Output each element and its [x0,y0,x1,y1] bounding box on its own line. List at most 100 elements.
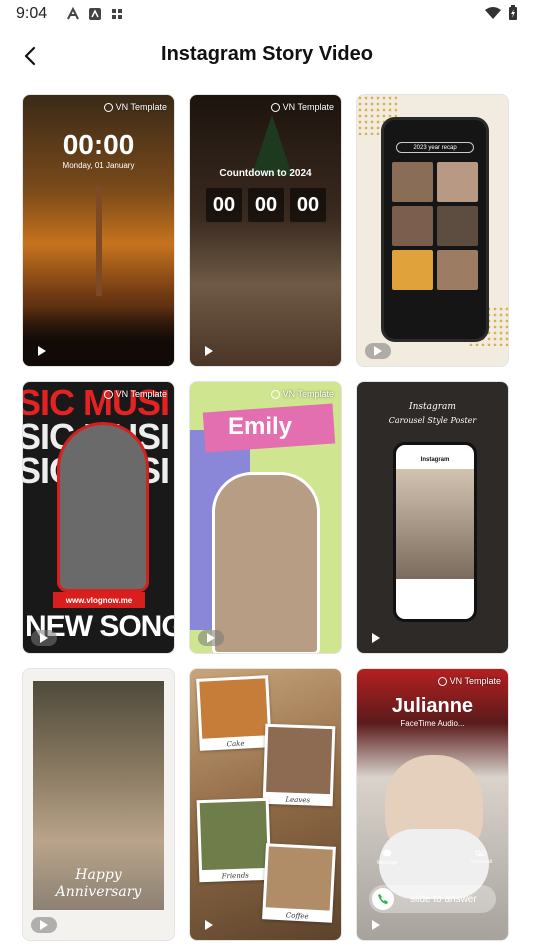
countdown-box: 00 [206,188,242,222]
vn-logo-icon [437,676,447,686]
status-notification-icons [66,7,124,21]
polaroid-image [266,726,333,795]
template-card-new-song[interactable]: SIC MUSI SIC MUSI SIC MUSI VN Template w… [22,381,175,654]
polaroid-photo: Coffee [262,843,336,923]
template-card-anniversary[interactable]: Happy Anniversary [22,668,175,941]
app-header: Instagram Story Video [0,30,534,80]
recap-photo [437,162,478,202]
polaroid-photo: Cake [196,675,272,751]
play-button[interactable] [365,917,387,933]
badge-label: VN Template [449,676,501,686]
play-button[interactable] [198,917,220,933]
vn-logo-icon [103,389,113,399]
wifi-icon [485,7,501,19]
date-text: Monday, 01 January [62,161,135,170]
play-icon [207,633,215,643]
anniversary-line-1: Happy [75,867,122,883]
app-name-text: Instagram [420,457,450,463]
template-grid: VN Template 00:00 Monday, 01 January VN … [22,94,512,941]
singer-photo [57,422,149,592]
polaroid-image [265,846,333,911]
voicemail-icon [475,850,487,856]
anniversary-text: Happy Anniversary [23,867,174,901]
vn-logo-icon [270,389,280,399]
slide-to-answer-label: slide to answer [410,893,477,905]
grid-notification-icon [112,9,122,19]
vn-template-badge: VN Template [270,389,334,399]
message-bubble-icon [382,849,392,857]
play-icon [205,346,213,356]
portrait-photo [396,469,474,579]
play-icon [372,633,380,643]
template-card-carousel-poster[interactable]: Instagram Carousel Style Poster Instagra… [356,381,509,654]
website-url: www.vlognow.me [53,592,145,608]
answer-knob [372,888,394,910]
template-card-new-year-clock[interactable]: VN Template 00:00 Monday, 01 January [22,94,175,367]
voicemail-label: Voicemail [470,859,492,865]
status-system-icons [484,5,518,21]
badge-label: VN Template [282,102,334,112]
template-card-emily[interactable]: Emily VN Template [189,381,342,654]
play-button[interactable] [198,630,224,646]
play-icon [38,346,46,356]
person-cutout-photo [212,472,320,653]
play-icon [40,633,48,643]
caller-name: Julianne [391,695,474,717]
template-card-polaroid-collage[interactable]: Cake Leaves Friends Coffee [189,668,342,941]
polaroid-caption: Friends [221,871,249,881]
castle-illustration [95,186,102,296]
recap-photo [437,206,478,246]
battery-icon [509,5,517,20]
vn-template-badge: VN Template [270,102,334,112]
play-icon [205,920,213,930]
polaroid-image [199,678,269,739]
vn-logo-icon [270,102,280,112]
voicemail-action: Voicemail [471,849,492,865]
phone-mockup: Instagram [393,442,477,622]
vn-template-badge: VN Template [103,389,167,399]
christmas-tree-illustration [252,115,292,175]
polaroid-caption: Coffee [285,911,309,921]
polaroid-image [199,800,268,871]
template-card-year-recap[interactable]: 2023 year recap [356,94,509,367]
app-notification-icon [67,7,79,20]
play-button[interactable] [31,917,57,933]
play-button[interactable] [198,343,220,359]
play-button[interactable] [365,630,387,646]
slide-to-answer-control: slide to answer [369,885,496,913]
recap-photo [392,250,433,290]
vn-template-badge: VN Template [103,102,167,112]
polaroid-caption: Cake [226,739,245,749]
phone-icon [378,894,388,904]
photo-grid [392,162,478,290]
status-bar: 9:04 [0,0,534,30]
recap-photo [392,162,433,202]
countdown-boxes: 00 00 00 [206,188,326,222]
template-card-countdown[interactable]: VN Template Countdown to 2024 00 00 00 [189,94,342,367]
play-icon [374,346,382,356]
play-button[interactable] [365,343,391,359]
countdown-label: Countdown to 2024 [219,168,312,179]
play-button[interactable] [31,630,57,646]
play-icon [372,920,380,930]
polaroid-photo: Friends [196,797,272,883]
message-label: Message [377,860,398,866]
message-action: Message [377,849,397,866]
countdown-box: 00 [248,188,284,222]
recap-photo [392,206,433,246]
countdown-box: 00 [290,188,326,222]
template-card-facetime-call[interactable]: VN Template Julianne FaceTime Audio... M… [356,668,509,941]
phone-mockup: 2023 year recap [381,117,489,342]
call-type-text: FaceTime Audio... [400,719,465,728]
play-icon [40,920,48,930]
page-title: Instagram Story Video [161,43,373,65]
polaroid-caption: Leaves [285,795,311,805]
play-button[interactable] [31,343,53,359]
badge-label: VN Template [282,389,334,399]
vn-logo-icon [103,102,113,112]
badge-label: VN Template [115,102,167,112]
recap-photo [437,250,478,290]
poster-title: Instagram [409,402,456,412]
recap-search-bar: 2023 year recap [396,142,474,153]
vn-template-badge: VN Template [437,676,501,686]
